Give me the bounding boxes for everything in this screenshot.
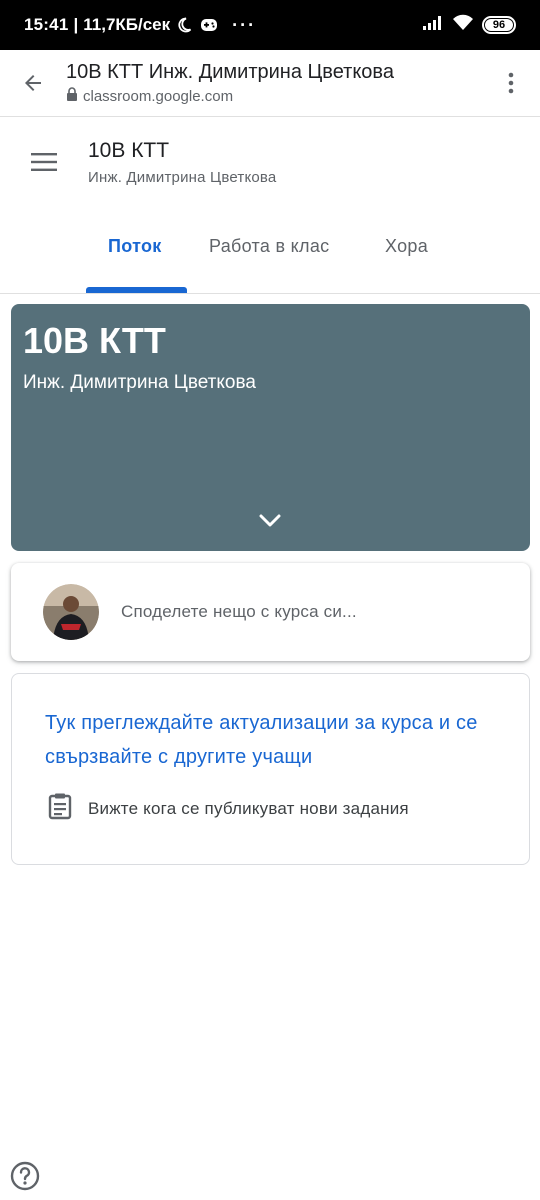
assignment-icon: [48, 792, 72, 825]
class-header: 10В КТТ Инж. Димитрина Цветкова: [0, 118, 540, 206]
avatar: [43, 584, 99, 640]
tab-people[interactable]: Хора: [385, 236, 428, 257]
stream-info-card: Тук преглеждайте актуализации за курса и…: [11, 673, 530, 865]
info-headline: Тук преглеждайте актуализации за курса и…: [45, 712, 478, 768]
lock-icon: [66, 86, 78, 106]
gamepad-icon: [200, 18, 218, 32]
network-speed: 11,7КБ/сек: [83, 15, 171, 34]
help-icon[interactable]: [10, 1161, 40, 1191]
battery-icon: 96: [482, 16, 516, 34]
browser-page-title: 10В КТТ Инж. Димитрина Цветкова: [66, 60, 394, 83]
tab-classwork[interactable]: Работа в клас: [209, 236, 329, 257]
tab-stream[interactable]: Поток: [108, 236, 162, 257]
signal-icon: [422, 15, 444, 36]
status-separator: |: [73, 15, 79, 34]
moon-icon: [176, 17, 192, 33]
info-hint: Вижте кога се публикуват нови задания: [88, 798, 409, 818]
banner-class-name: 10В КТТ: [23, 320, 166, 361]
browser-url: classroom.google.com: [83, 87, 234, 105]
share-with-class-box[interactable]: Споделете нещо с курса си...: [11, 563, 530, 661]
more-notifications: ···: [232, 14, 257, 35]
tab-bar: Поток Работа в клас Хора: [0, 206, 540, 294]
chevron-down-icon[interactable]: [255, 506, 285, 536]
browser-toolbar: 10В КТТ Инж. Димитрина Цветкова classroo…: [0, 50, 540, 117]
more-vert-icon[interactable]: [482, 50, 540, 117]
browser-title-block: 10В КТТ Инж. Димитрина Цветкова classroo…: [66, 61, 482, 106]
back-arrow-icon[interactable]: [0, 50, 66, 117]
class-teacher: Инж. Димитрина Цветкова: [88, 168, 277, 186]
active-tab-indicator: [86, 287, 187, 293]
status-bar: 15:41 | 11,7КБ/сек ··· 96: [0, 0, 540, 50]
class-name: 10В КТТ: [88, 138, 170, 162]
share-prompt: Споделете нещо с курса си...: [121, 602, 357, 621]
banner-teacher: Инж. Димитрина Цветкова: [23, 372, 256, 393]
status-time: 15:41: [24, 15, 69, 34]
battery-level: 96: [492, 19, 506, 31]
hamburger-menu-icon[interactable]: [0, 118, 88, 206]
wifi-icon: [452, 14, 474, 36]
class-banner: 10В КТТ Инж. Димитрина Цветкова: [11, 304, 530, 551]
